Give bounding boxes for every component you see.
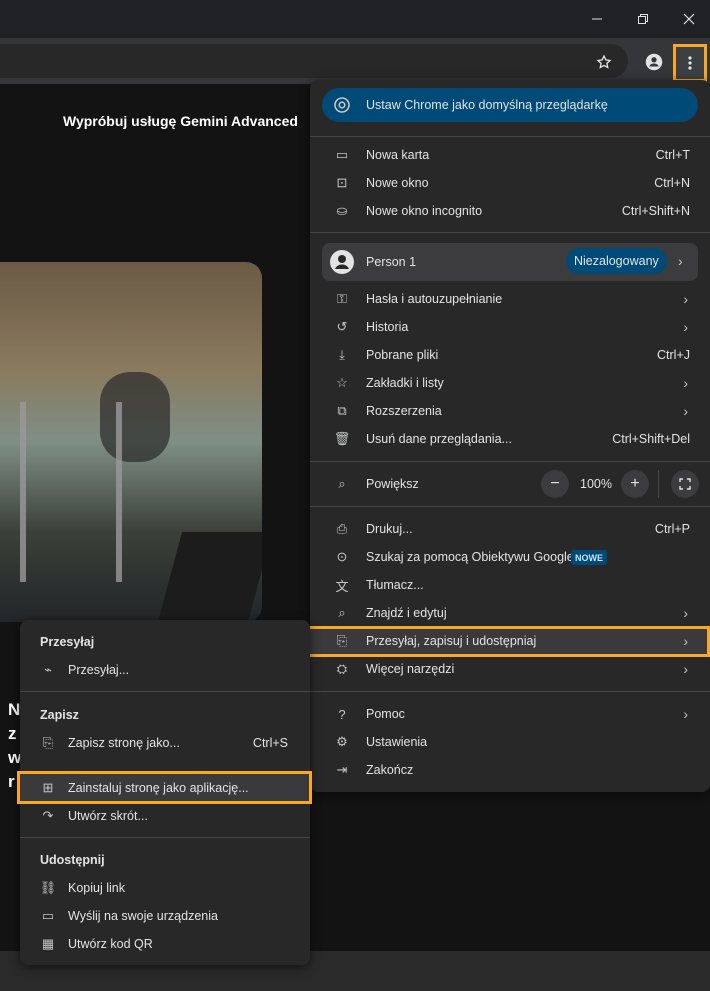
person-icon (335, 255, 349, 269)
divider (20, 691, 310, 692)
devices-icon: ▭ (41, 908, 55, 923)
shortcut-icon: ↷ (42, 808, 54, 823)
divider (658, 470, 659, 498)
lens-icon: ⊙ (336, 549, 348, 564)
menu-item-cast-save-share[interactable]: ⎘ Przesyłaj, zapisuj i udostępniaj › (310, 627, 710, 655)
menu-item-bookmarks[interactable]: ☆ Zakładki i listy › (310, 369, 710, 397)
menu-item-translate[interactable]: 文 Tłumacz... (310, 571, 710, 599)
restore-icon (638, 14, 648, 24)
divider (20, 837, 310, 838)
profile-button[interactable] (640, 48, 668, 76)
star-icon: ☆ (336, 375, 348, 390)
submenu-item-copy-link[interactable]: ⛓ Kopiuj link (20, 874, 310, 902)
close-icon (683, 13, 695, 25)
menu-item-exit[interactable]: ⇥ Zakończ (310, 756, 710, 784)
chevron-right-icon: › (683, 661, 688, 677)
menu-item-downloads[interactable]: ⤓ Pobrane pliki Ctrl+J (310, 341, 710, 369)
submenu-item-install-app[interactable]: ⊞ Zainstaluj stronę jako aplikację... (20, 774, 310, 802)
chevron-right-icon: › (683, 605, 688, 621)
submenu-item-qr-code[interactable]: ▦ Utwórz kod QR (20, 930, 310, 958)
history-icon: ↺ (336, 319, 348, 334)
zoom-in-button[interactable]: + (621, 470, 649, 498)
new-tab-icon: ▭ (335, 147, 349, 162)
menu-item-clear-data[interactable]: 🗑 Usuń dane przeglądania... Ctrl+Shift+D… (310, 425, 710, 453)
submenu-item-save-page[interactable]: ⎘ Zapisz stronę jako... Ctrl+S (20, 729, 310, 757)
toolbox-icon: ⛭ (336, 661, 348, 676)
save-heading: Zapisz (40, 708, 79, 722)
link-icon: ⛓ (39, 880, 57, 895)
address-bar[interactable] (0, 44, 628, 78)
menu-item-more-tools[interactable]: ⛭ Więcej narzędzi › (310, 655, 710, 683)
qr-code-icon: ▦ (41, 936, 55, 951)
menu-item-print[interactable]: ⎙ Drukuj... Ctrl+P (310, 515, 710, 543)
minimize-button[interactable] (577, 4, 617, 34)
chrome-menu-button[interactable] (673, 44, 707, 82)
find-icon: ⌕ (338, 605, 346, 620)
cast-heading: Przesyłaj (40, 635, 95, 649)
menu-item-incognito[interactable]: ⛀ Nowe okno incognito Ctrl+Shift+N (310, 197, 710, 225)
bookmark-button[interactable] (590, 48, 618, 76)
divider (310, 232, 710, 233)
signed-out-badge[interactable]: Niezalogowany (566, 248, 667, 274)
save-page-icon: ⎘ (42, 735, 54, 750)
menu-item-extensions[interactable]: ⧉ Rozszerzenia › (310, 397, 710, 425)
divider (310, 506, 710, 507)
new-badge: NOWE (571, 550, 607, 565)
divider (310, 461, 710, 462)
menu-item-find-edit[interactable]: ⌕ Znajdź i edytuj › (310, 599, 710, 627)
chevron-right-icon: › (683, 319, 688, 335)
chevron-right-icon: › (683, 706, 688, 722)
menu-item-passwords[interactable]: ⚿ Hasła i autouzupełnianie › (310, 285, 710, 313)
print-icon: ⎙ (336, 521, 348, 536)
set-default-browser-label: Ustaw Chrome jako domyślną przeglądarkę (366, 98, 608, 112)
fullscreen-button[interactable] (671, 470, 699, 498)
close-window-button[interactable] (669, 4, 709, 34)
submenu-item-send-to-devices[interactable]: ▭ Wyślij na swoje urządzenia (20, 902, 310, 930)
menu-item-help[interactable]: ? Pomoc › (310, 700, 710, 728)
menu-item-zoom: ⌕ Powiększ (310, 470, 710, 498)
profile-name: Person 1 (366, 255, 417, 269)
chevron-right-icon: › (683, 403, 688, 419)
chrome-icon (334, 97, 350, 113)
submenu-item-cast[interactable]: ⌁ Przesyłaj... (20, 656, 310, 684)
exit-icon: ⇥ (336, 762, 348, 777)
cast-icon: ⌁ (44, 662, 52, 677)
chevron-right-icon: › (683, 375, 688, 391)
divider (310, 136, 710, 137)
star-icon (596, 54, 612, 69)
trash-icon: 🗑 (333, 431, 351, 446)
zoom-level: 100% (580, 477, 612, 491)
submenu-item-create-shortcut[interactable]: ↷ Utwórz skrót... (20, 802, 310, 830)
key-icon: ⚿ (337, 291, 347, 306)
incognito-icon: ⛀ (336, 203, 348, 218)
help-icon: ? (338, 706, 346, 722)
chevron-right-icon: › (683, 633, 688, 649)
zoom-icon: ⌕ (338, 476, 346, 491)
chevron-right-icon: › (678, 253, 683, 269)
save-share-icon: ⎘ (336, 633, 348, 648)
menu-item-google-lens[interactable]: ⊙ Szukaj za pomocą Obiektywu Google (310, 543, 710, 571)
vertical-dots-icon (688, 56, 692, 70)
new-window-icon: ⊡ (336, 175, 348, 190)
minimize-icon (592, 18, 602, 20)
puzzle-icon: ⧉ (337, 403, 347, 418)
divider (310, 691, 710, 692)
fullscreen-icon (679, 478, 691, 490)
share-heading: Udostępnij (40, 853, 105, 867)
download-icon: ⤓ (339, 347, 345, 362)
menu-item-new-tab[interactable]: ▭ Nowa karta Ctrl+T (310, 141, 710, 169)
person-icon (645, 53, 663, 71)
chevron-right-icon: › (683, 291, 688, 307)
gemini-promo-text[interactable]: Wypróbuj usługę Gemini Advanced (63, 113, 298, 129)
restore-button[interactable] (623, 4, 663, 34)
menu-item-settings[interactable]: ⚙ Ustawienia (310, 728, 710, 756)
avatar (330, 250, 354, 274)
menu-item-history[interactable]: ↺ Historia › (310, 313, 710, 341)
zoom-out-button[interactable]: − (541, 470, 569, 498)
install-app-icon: ⊞ (42, 780, 54, 795)
translate-icon: 文 (335, 578, 349, 594)
gear-icon: ⚙ (336, 734, 348, 749)
hero-photo (0, 262, 262, 622)
menu-item-new-window[interactable]: ⊡ Nowe okno Ctrl+N (310, 169, 710, 197)
